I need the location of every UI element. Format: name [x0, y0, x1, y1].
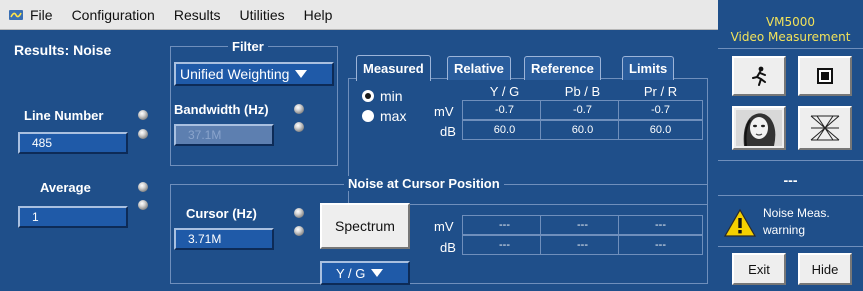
tab-relative[interactable]: Relative	[447, 56, 511, 80]
cursor-unit-mv: mV	[434, 219, 454, 234]
hide-button[interactable]: Hide	[798, 253, 852, 285]
app-title-line2: Video Measurement	[730, 30, 851, 44]
bandwidth-label: Bandwidth (Hz)	[174, 102, 269, 117]
bandwidth-knob2-icon[interactable]	[294, 122, 304, 132]
app-title-line1: VM5000	[765, 15, 816, 29]
unit-db: dB	[440, 124, 456, 139]
measured-db-prr: 60.0	[618, 120, 703, 140]
menu-file[interactable]: File	[30, 7, 53, 23]
bandwidth-knob-icon[interactable]	[294, 104, 304, 114]
cursor-group-label: Noise at Cursor Position	[344, 176, 504, 191]
cursor-db-pbb: ---	[540, 235, 625, 255]
menu-help[interactable]: Help	[304, 7, 333, 23]
warning-icon	[723, 208, 757, 237]
side-divider-2	[718, 160, 863, 161]
menu-results[interactable]: Results	[174, 7, 221, 23]
line-number-field[interactable]: 485	[18, 132, 128, 154]
cursor-db-yg: ---	[462, 235, 547, 255]
side-divider-3	[718, 195, 863, 196]
side-panel: VM5000 Video Measurement --- Noise Meas.…	[718, 0, 863, 291]
status-dashes: ---	[783, 172, 798, 188]
stop-button[interactable]	[798, 56, 852, 96]
cursor-db-prr: ---	[618, 235, 703, 255]
mesh-icon	[810, 115, 840, 141]
cursor-unit-db: dB	[440, 240, 456, 255]
average-label: Average	[40, 180, 91, 195]
average-knob2-icon[interactable]	[138, 200, 148, 210]
channel-select-value: Y / G	[336, 265, 366, 281]
run-button[interactable]	[732, 56, 786, 96]
cursor-knob2-icon[interactable]	[294, 226, 304, 236]
measured-db-pbb: 60.0	[540, 120, 625, 140]
warning-message: Noise Meas. warning	[763, 206, 830, 237]
mesh-view-button[interactable]	[798, 106, 852, 150]
measured-mv-yg: -0.7	[462, 100, 547, 120]
bandwidth-field: 37.1M	[174, 124, 274, 146]
unit-mv: mV	[434, 104, 454, 119]
cursor-mv-pbb: ---	[540, 215, 625, 235]
cursor-knob-icon[interactable]	[294, 208, 304, 218]
average-field[interactable]: 1	[18, 206, 128, 228]
cursor-mv-yg: ---	[462, 215, 547, 235]
cursor-mv-prr: ---	[618, 215, 703, 235]
radio-max[interactable]: max	[362, 108, 406, 124]
tab-measured[interactable]: Measured	[356, 55, 431, 81]
side-divider	[718, 48, 863, 49]
spectrum-button[interactable]: Spectrum	[320, 203, 410, 249]
cursor-field[interactable]: 3.71M	[174, 228, 274, 250]
column-header-prr: Pr / R	[643, 84, 678, 99]
radio-min-label: min	[380, 88, 403, 104]
radio-max-label: max	[380, 108, 407, 124]
panel-title: Results: Noise	[14, 42, 112, 58]
results-panel: Results: Noise Line Number 485 Average 1…	[0, 30, 718, 291]
stop-icon	[817, 68, 833, 84]
side-divider-4	[718, 246, 863, 247]
exit-button[interactable]: Exit	[732, 253, 786, 285]
cursor-label: Cursor (Hz)	[186, 206, 257, 221]
app-logo-icon[interactable]	[8, 7, 24, 23]
filter-select[interactable]: Unified Weighting	[174, 62, 334, 86]
tab-reference[interactable]: Reference	[524, 56, 601, 80]
column-header-yg: Y / G	[489, 84, 520, 99]
filter-group-label: Filter	[228, 39, 268, 54]
radio-max-indicator	[362, 110, 374, 122]
face-image-icon	[736, 110, 782, 146]
picture-view-button[interactable]	[732, 106, 786, 150]
radio-min-indicator	[362, 90, 374, 102]
average-knob-icon[interactable]	[138, 182, 148, 192]
menu-configuration[interactable]: Configuration	[72, 7, 155, 23]
measured-mv-pbb: -0.7	[540, 100, 625, 120]
column-header-pbb: Pb / B	[564, 84, 601, 99]
tab-limits[interactable]: Limits	[622, 56, 675, 80]
dropdown-arrow-icon	[295, 70, 308, 78]
menu-utilities[interactable]: Utilities	[240, 7, 285, 23]
line-number-knob-icon[interactable]	[138, 110, 148, 120]
filter-select-value: Unified Weighting	[180, 66, 290, 82]
measured-db-yg: 60.0	[462, 120, 547, 140]
channel-select[interactable]: Y / G	[320, 261, 410, 285]
line-number-knob2-icon[interactable]	[138, 129, 148, 139]
menu-bar: File Configuration Results Utilities Hel…	[0, 0, 718, 30]
radio-min[interactable]: min	[362, 88, 403, 104]
measured-mv-prr: -0.7	[618, 100, 703, 120]
run-icon	[752, 66, 766, 86]
line-number-label: Line Number	[24, 108, 104, 123]
dropdown-arrow-icon	[371, 269, 384, 277]
